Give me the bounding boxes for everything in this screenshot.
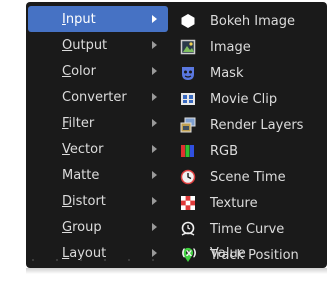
menu-item-matte[interactable]: Matte <box>28 162 168 188</box>
rgb-icon <box>180 143 196 159</box>
time-curve-icon <box>180 221 196 237</box>
submenu-arrow-icon <box>152 145 157 153</box>
submenu-arrow-icon <box>152 197 157 205</box>
submenu-arrow-icon <box>152 67 157 75</box>
add-node-menu: Input Output Color Converter Filter Vect… <box>26 2 327 268</box>
render-layers-icon <box>180 117 196 133</box>
value-icon: (x) <box>181 247 197 259</box>
scene-time-icon <box>180 169 196 185</box>
submenu-item-mask[interactable]: Mask <box>178 60 327 86</box>
menu-item-filter[interactable]: Filter <box>28 110 168 136</box>
menu-item-output[interactable]: Output <box>28 32 168 58</box>
submenu-item-render-layers[interactable]: Render Layers <box>178 112 327 138</box>
bokeh-image-icon <box>180 13 196 29</box>
menu-item-input[interactable]: Input <box>28 6 168 32</box>
submenu-arrow-icon <box>152 223 157 231</box>
submenu-arrow-icon <box>152 15 157 23</box>
category-menu: Input Output Color Converter Filter Vect… <box>26 2 172 268</box>
menu-item-distort[interactable]: Distort <box>28 188 168 214</box>
submenu-item-rgb[interactable]: RGB <box>178 138 327 164</box>
submenu-item-movie-clip[interactable]: Movie Clip <box>178 86 327 112</box>
menu-shadow <box>26 268 327 274</box>
menu-item-converter[interactable]: Converter <box>28 84 168 110</box>
submenu-arrow-icon <box>152 171 157 179</box>
submenu-arrow-icon <box>152 93 157 101</box>
menu-item-vector[interactable]: Vector <box>28 136 168 162</box>
menu-item-color[interactable]: Color <box>28 58 168 84</box>
menu-item-group[interactable]: Group <box>28 214 168 240</box>
texture-icon <box>180 195 196 211</box>
submenu-item-bokeh-image[interactable]: Bokeh Image <box>178 8 327 34</box>
mask-icon <box>180 65 196 81</box>
image-icon <box>180 39 196 55</box>
submenu-arrow-icon <box>152 119 157 127</box>
input-submenu: Bokeh Image Image Mask Movie Clip Render… <box>178 2 327 268</box>
movie-clip-icon <box>180 91 196 107</box>
menu-drag-handle[interactable] <box>28 256 168 264</box>
submenu-arrow-icon <box>152 41 157 49</box>
submenu-item-time-curve[interactable]: Time Curve <box>178 216 327 242</box>
submenu-item-image[interactable]: Image <box>178 34 327 60</box>
submenu-item-value[interactable]: (x) Value <box>178 240 327 266</box>
submenu-item-texture[interactable]: Texture <box>178 190 327 216</box>
submenu-item-scene-time[interactable]: Scene Time <box>178 164 327 190</box>
